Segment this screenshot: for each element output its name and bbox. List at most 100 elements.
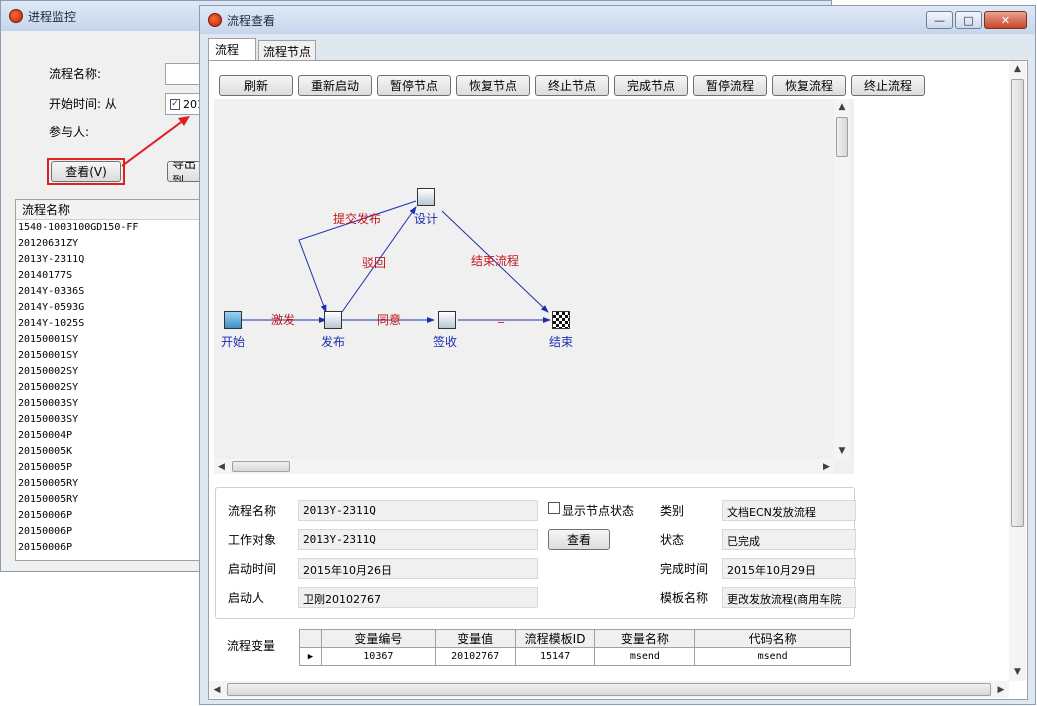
panel-vscroll[interactable]: ▲ ▼ [1009, 61, 1026, 681]
info-flow-name-value[interactable]: 2013Y-2311Q [298, 500, 538, 521]
scroll-down-arrow-icon[interactable]: ▼ [834, 443, 850, 459]
diagram-vscroll[interactable]: ▲ ▼ [834, 99, 850, 459]
flow-list-item[interactable]: 20150003SY [16, 396, 204, 412]
info-work-object-label: 工作对象 [228, 533, 277, 547]
info-work-object-value[interactable]: 2013Y-2311Q [298, 529, 538, 550]
sign-node-icon[interactable] [438, 311, 456, 329]
toolbar-button-7[interactable]: 恢复流程 [772, 75, 846, 96]
flow-list-item[interactable]: 2014Y-0593G [16, 300, 204, 316]
flow-list-header: 流程名称 [16, 200, 204, 220]
info-starter-value[interactable]: 卫刚20102767 [298, 587, 538, 608]
flow-variables-grid[interactable]: 变量编号 变量值 流程模板ID 变量名称 代码名称 ▶ 10367 20102767 15147… [299, 629, 851, 666]
row-indicator-header [299, 629, 322, 648]
grid-column-header[interactable]: 变量名称 [594, 629, 696, 648]
grid-cell[interactable]: msend [694, 647, 851, 666]
grid-header-row: 变量编号 变量值 流程模板ID 变量名称 代码名称 [299, 629, 851, 648]
publish-node-icon[interactable] [324, 311, 342, 329]
info-start-time-label: 启动时间 [228, 562, 277, 576]
show-node-status-checkbox[interactable] [548, 502, 560, 514]
start-node-icon[interactable] [224, 311, 242, 329]
flow-list-item[interactable]: 20150006P [16, 540, 204, 556]
grid-column-header[interactable]: 变量值 [434, 629, 516, 648]
view-v-button[interactable]: 查看(V) [51, 161, 121, 182]
scroll-left-arrow-icon[interactable]: ◀ [214, 459, 229, 474]
info-template-name-value[interactable]: 更改发放流程(商用车院 [722, 587, 856, 608]
grid-cell[interactable]: msend [594, 647, 696, 666]
toolbar-button-3[interactable]: 恢复节点 [456, 75, 530, 96]
grid-column-header[interactable]: 代码名称 [694, 629, 851, 648]
flow-view-title: 流程查看 [227, 13, 276, 28]
panel-scroll-thumb[interactable] [1011, 79, 1024, 527]
flow-list-item[interactable]: 20150006P [16, 524, 204, 540]
flow-variables-label: 流程变量 [227, 639, 276, 653]
edge-label-finish: 结束流程 [471, 254, 520, 268]
tab-flow-nodes[interactable]: 流程节点 [258, 40, 316, 60]
flow-list-item[interactable]: 20150005RY [16, 476, 204, 492]
flow-list-item[interactable]: 2014Y-0336S [16, 284, 204, 300]
toolbar-button-4[interactable]: 终止节点 [535, 75, 609, 96]
info-view-button[interactable]: 查看 [548, 529, 610, 550]
annotation-arrow [121, 116, 190, 167]
flow-list-item[interactable]: 20120631ZY [16, 236, 204, 252]
toolbar-button-0[interactable]: 刷新 [219, 75, 293, 96]
flow-name-label: 流程名称: [49, 67, 102, 81]
grid-cell[interactable]: 10367 [320, 647, 436, 666]
info-start-time-value[interactable]: 2015年10月26日 [298, 558, 538, 579]
toolbar-button-2[interactable]: 暂停节点 [377, 75, 451, 96]
panel-hscroll[interactable]: ◀ ▶ [209, 681, 1009, 698]
grid-cell[interactable]: 20102767 [434, 647, 516, 666]
flow-list-item[interactable]: 20150002SY [16, 364, 204, 380]
flow-list-item[interactable]: 20150005P [16, 460, 204, 476]
flow-list-item[interactable]: 20150001SY [16, 348, 204, 364]
edge-label-submit: 提交发布 [333, 212, 382, 226]
flow-list-item[interactable]: 20140177S [16, 268, 204, 284]
close-button[interactable]: ✕ [984, 11, 1027, 29]
grid-column-header[interactable]: 流程模板ID [514, 629, 596, 648]
panel-scroll-down-arrow-icon[interactable]: ▼ [1009, 664, 1026, 680]
flow-info-group: 流程名称 2013Y-2311Q 工作对象 2013Y-2311Q 启动时间 2… [215, 487, 856, 619]
scroll-right-arrow-icon[interactable]: ▶ [819, 459, 834, 474]
grid-row[interactable]: ▶ 10367 20102767 15147 msend msend [299, 647, 851, 666]
info-finish-time-value[interactable]: 2015年10月29日 [722, 558, 856, 579]
flow-list-item[interactable]: 20150005K [16, 444, 204, 460]
toolbar-button-8[interactable]: 终止流程 [851, 75, 925, 96]
panel-hscroll-thumb[interactable] [227, 683, 991, 696]
panel-scroll-left-arrow-icon[interactable]: ◀ [209, 681, 225, 698]
scroll-thumb[interactable] [836, 117, 848, 157]
toolbar-button-6[interactable]: 暂停流程 [693, 75, 767, 96]
grid-column-header[interactable]: 变量编号 [320, 629, 436, 648]
toolbar-button-5[interactable]: 完成节点 [614, 75, 688, 96]
toolbar-button-1[interactable]: 重新启动 [298, 75, 372, 96]
flow-list-item[interactable]: 20150001SY [16, 332, 204, 348]
flow-list-item[interactable]: 2013Y-2311Q [16, 252, 204, 268]
info-template-name-label: 模板名称 [660, 591, 709, 605]
edge-label-activate: 激发 [271, 313, 296, 327]
start-time-label: 开始时间: 从 [49, 97, 117, 111]
start-time-checkbox[interactable]: ✓ [170, 98, 180, 110]
flow-list-item[interactable]: 20150005RY [16, 492, 204, 508]
flow-edges [242, 200, 551, 323]
scroll-up-arrow-icon[interactable]: ▲ [834, 99, 850, 115]
flow-list-item[interactable]: 20150006P [16, 508, 204, 524]
row-pointer-icon: ▶ [299, 647, 322, 666]
minimize-button[interactable]: — [926, 11, 953, 29]
grid-cell[interactable]: 15147 [514, 647, 596, 666]
panel-scroll-right-arrow-icon[interactable]: ▶ [993, 681, 1009, 698]
info-category-value[interactable]: 文档ECN发放流程 [722, 500, 856, 521]
hscroll-thumb[interactable] [232, 461, 290, 472]
flow-view-titlebar[interactable]: 流程查看 — □ ✕ [200, 6, 1035, 34]
flow-list-item[interactable]: 20150002SY [16, 380, 204, 396]
end-node-icon[interactable] [552, 311, 570, 329]
panel-scroll-up-arrow-icon[interactable]: ▲ [1009, 61, 1026, 77]
flow-list-item[interactable]: 20150004P [16, 428, 204, 444]
sign-node-label: 签收 [433, 335, 458, 349]
design-node-icon[interactable] [417, 188, 435, 206]
edge-label-agree: 同意 [377, 313, 402, 327]
info-status-value[interactable]: 已完成 [722, 529, 856, 550]
flow-list-item[interactable]: 2014Y-1025S [16, 316, 204, 332]
tab-flow[interactable]: 流程 [208, 38, 256, 60]
flow-list-item[interactable]: 1540-1003100GD150-FF [16, 220, 204, 236]
maximize-button[interactable]: □ [955, 11, 982, 29]
flow-list-item[interactable]: 20150003SY [16, 412, 204, 428]
diagram-hscroll[interactable]: ◀ ▶ [214, 459, 834, 474]
